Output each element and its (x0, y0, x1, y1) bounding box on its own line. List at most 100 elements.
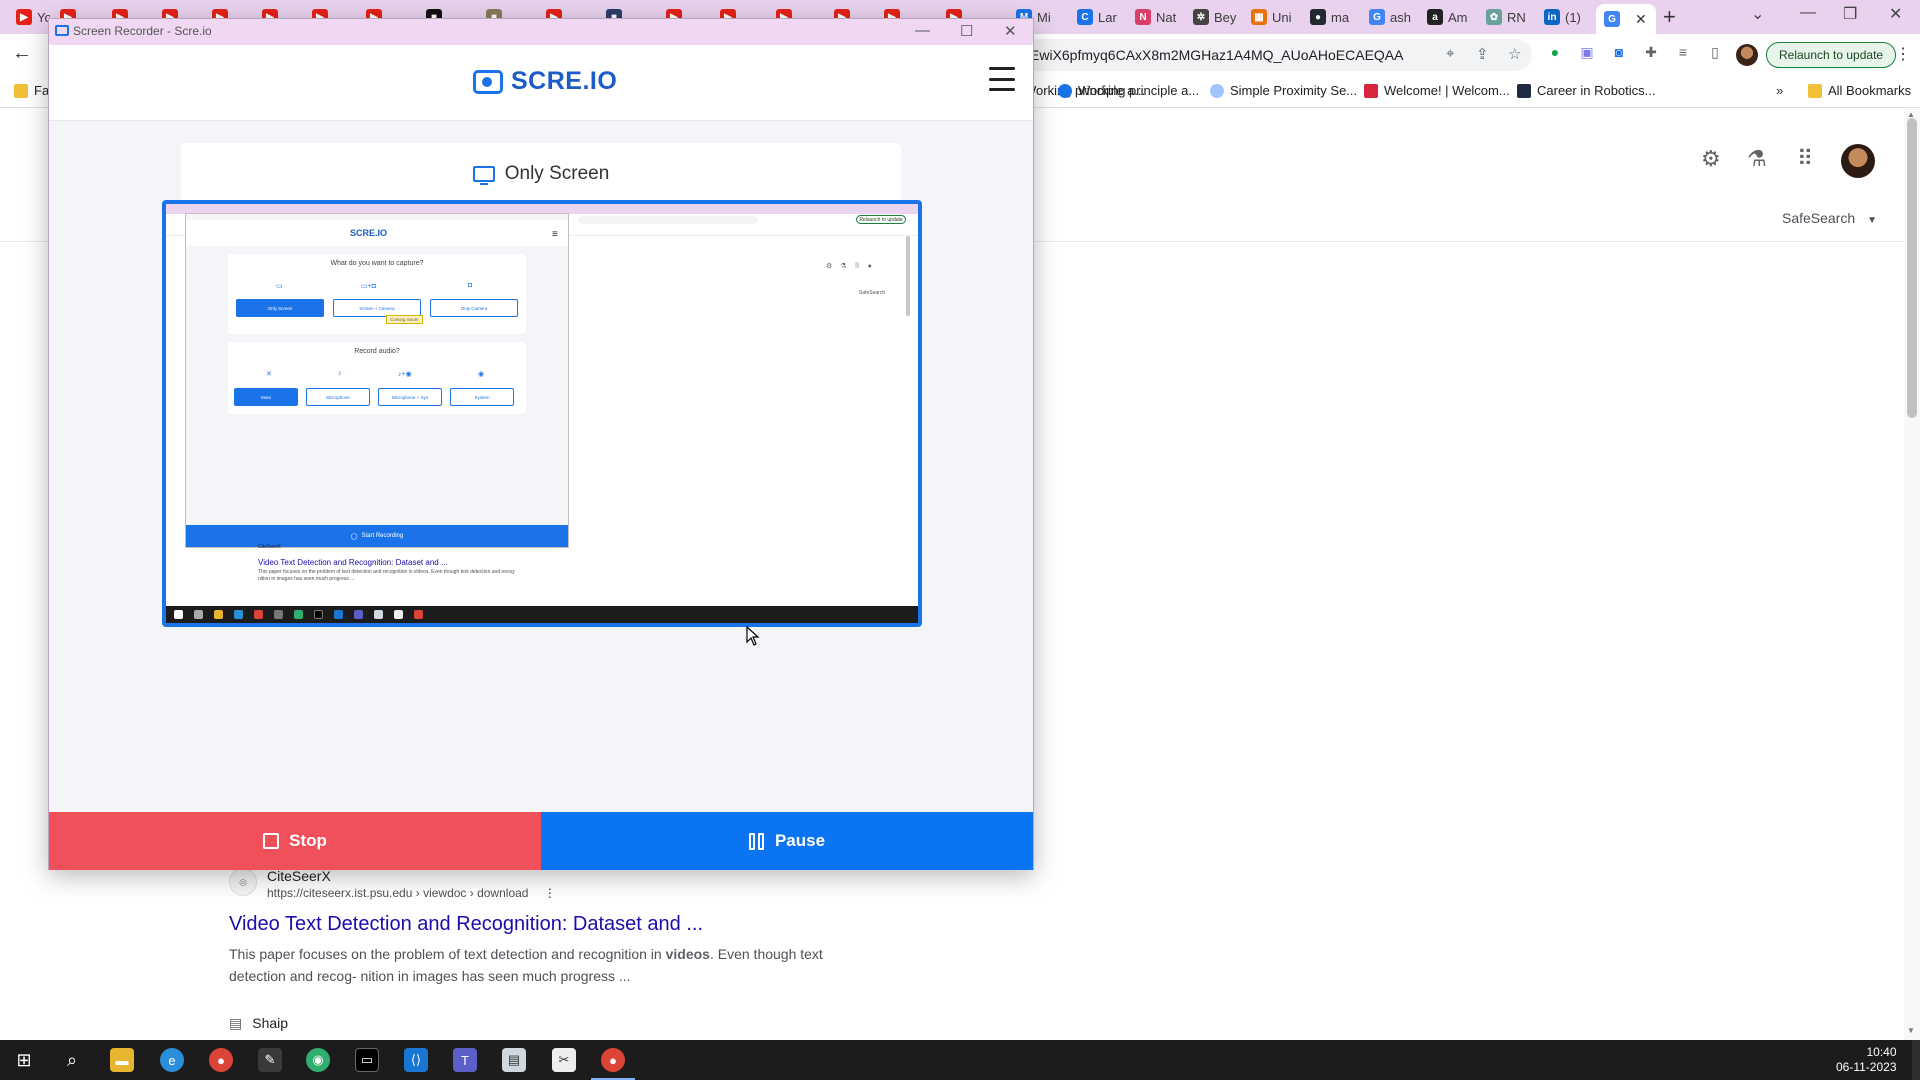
preview-teams-icon (354, 610, 363, 619)
bookmark-label: Simple Proximity Se... (1230, 83, 1358, 98)
tab-google-ash[interactable]: G ash (1369, 6, 1419, 28)
tab-uni[interactable]: ▦ Uni (1251, 6, 1301, 28)
tab-google-active[interactable]: G ✕ (1596, 4, 1656, 34)
share-icon[interactable]: ⇪ (1476, 45, 1489, 63)
apps-grid-icon[interactable]: ⠿ (1797, 146, 1813, 172)
close-icon[interactable]: ✕ (1635, 11, 1647, 28)
address-bar[interactable]: EwiX6pfmyq6CAxX8m2MGHaz1A4MQ_AUoAHoECAEQ… (1020, 39, 1532, 71)
tab-rn[interactable]: ✿ RN (1486, 6, 1536, 28)
bookmark-item[interactable]: Simple Proximity Se... (1210, 83, 1357, 98)
tab-lar[interactable]: C Lar (1077, 6, 1123, 28)
edge-icon[interactable]: e (160, 1048, 184, 1072)
bulb-icon (1210, 83, 1224, 98)
media-icon[interactable]: ≡ (1673, 42, 1693, 62)
search-icon[interactable]: ⌕ (60, 1048, 84, 1072)
preview-result-site: CiteSeerX (258, 544, 281, 550)
more-bookmarks-icon[interactable]: » (1776, 83, 1783, 98)
safesearch-dropdown[interactable]: SafeSearch ▼ (1782, 210, 1877, 226)
restore-button[interactable]: ❐ (1843, 4, 1857, 24)
settings-gear-icon[interactable]: ⚙ (1701, 146, 1721, 172)
google-icon: G (1604, 11, 1620, 27)
preview-result-snippet: This paper focuses on the problem of tex… (258, 569, 516, 582)
preview-mic-icon: ♪ (338, 370, 342, 377)
amazon-icon: a (1427, 9, 1443, 25)
extension-icon[interactable]: ▣ (1577, 42, 1597, 62)
grammarly-icon[interactable]: ● (1545, 42, 1565, 62)
scroll-thumb[interactable] (1907, 118, 1917, 418)
preview-capture-card: What do you want to capture? ▭ ▭+◘ ◘ Onl… (228, 254, 526, 334)
menu-icon[interactable]: ⋮ (1895, 44, 1911, 64)
app-icon[interactable]: ▤ (502, 1048, 526, 1072)
tab-github[interactable]: ● ma (1310, 6, 1360, 28)
google-icon: G (1369, 9, 1385, 25)
profile-avatar[interactable] (1736, 44, 1758, 66)
tab-label: ash (1390, 9, 1411, 25)
show-desktop-button[interactable] (1912, 1040, 1920, 1080)
capture-mode-label: Only Screen (181, 163, 901, 185)
search-result-next[interactable]: ▤ Shaip (229, 1015, 288, 1032)
more-options-icon[interactable]: ⋮ (544, 886, 556, 900)
close-button[interactable]: ✕ (1004, 22, 1017, 40)
site-icon: ▦ (1251, 9, 1267, 25)
screen-recorder-icon[interactable]: ◙ (1609, 42, 1629, 62)
screen-recorder-icon (55, 25, 69, 36)
address-url[interactable]: EwiX6pfmyq6CAxX8m2MGHaz1A4MQ_AUoAHoECAEQ… (1030, 47, 1403, 63)
chrome-icon[interactable]: ● (209, 1048, 233, 1072)
result-source[interactable]: ◎ CiteSeerX https://citeseerx.ist.psu.ed… (229, 868, 556, 900)
tab-nat[interactable]: N Nat (1135, 6, 1181, 28)
side-panel-icon[interactable]: ▯ (1705, 42, 1725, 62)
account-avatar[interactable] (1841, 144, 1875, 178)
page-scrollbar[interactable]: ▲ ▼ (1904, 108, 1920, 1040)
tab-amazon[interactable]: a Am (1427, 6, 1477, 28)
file-explorer-icon[interactable]: ▬ (110, 1048, 134, 1072)
back-arrow-icon[interactable]: ← (12, 42, 32, 65)
chevron-down-icon[interactable]: ⌄ (1751, 4, 1764, 24)
close-window-button[interactable]: ✕ (1889, 4, 1902, 24)
stop-button[interactable]: Stop (49, 812, 541, 870)
recorder-titlebar[interactable]: Screen Recorder - Scre.io — ☐ ✕ (49, 19, 1033, 45)
hamburger-menu-icon[interactable] (989, 67, 1015, 91)
chrome-icon[interactable]: ● (591, 1048, 635, 1080)
bookmark-item[interactable]: Welcome! | Welcom... (1364, 83, 1510, 98)
new-tab-button[interactable]: + (1663, 4, 1676, 30)
windows-start-icon[interactable]: ⊞ (12, 1048, 36, 1072)
bookmark-item[interactable]: Career in Robotics... (1517, 83, 1656, 98)
minimize-button[interactable]: — (915, 22, 930, 39)
minimize-button[interactable]: — (1800, 4, 1816, 22)
stop-label: Stop (289, 831, 327, 850)
tab-linkedin[interactable]: in (1) (1544, 6, 1594, 28)
maximize-button[interactable]: ☐ (960, 22, 973, 40)
preview-audio-question: Record audio? (354, 348, 400, 355)
clock-date: 06-11-2023 (1836, 1060, 1897, 1074)
labs-flask-icon[interactable]: ⚗ (1747, 146, 1767, 172)
all-bookmarks[interactable]: All Bookmarks (1808, 83, 1911, 98)
screio-logo[interactable]: SCRE.IO (473, 67, 617, 96)
bookmark-label: Career in Robotics... (1537, 83, 1656, 98)
teams-icon[interactable]: T (453, 1048, 477, 1072)
relaunch-button[interactable]: Relaunch to update (1766, 42, 1897, 68)
site-favicon: ◎ (229, 868, 257, 896)
snipping-tool-icon[interactable]: ✂ (552, 1048, 576, 1072)
scroll-down-icon[interactable]: ▼ (1907, 1026, 1915, 1035)
system-clock[interactable]: 10:40 06-11-2023 (1836, 1045, 1897, 1075)
site-icon (1058, 83, 1072, 98)
preview-vscode-icon (334, 610, 343, 619)
result-title-link[interactable]: Video Text Detection and Recognition: Da… (229, 913, 703, 936)
location-icon[interactable]: ⌖ (1446, 45, 1454, 62)
folder-icon (14, 83, 28, 98)
app-icon[interactable]: ◉ (306, 1048, 330, 1072)
terminal-icon[interactable]: ▭ (355, 1048, 379, 1072)
app-icon[interactable]: ✎ (258, 1048, 282, 1072)
vscode-icon[interactable]: ⟨⟩ (404, 1048, 428, 1072)
tab-bey[interactable]: ✲ Bey (1193, 6, 1243, 28)
bookmark-item[interactable]: Working principle a... (1058, 83, 1199, 98)
site-icon: N (1135, 9, 1151, 25)
puzzle-icon[interactable]: ✚ (1641, 42, 1661, 62)
preview-logo: SCRE.IO (350, 228, 388, 238)
star-icon[interactable]: ☆ (1508, 45, 1521, 63)
pause-button[interactable]: Pause (541, 812, 1033, 870)
bookmark-label: Working principle a... (1078, 83, 1200, 98)
tab-label: Am (1448, 9, 1468, 25)
bookmark-folder[interactable]: Fa (14, 83, 49, 98)
tab-youtube[interactable]: ▶ Yo (16, 6, 50, 28)
